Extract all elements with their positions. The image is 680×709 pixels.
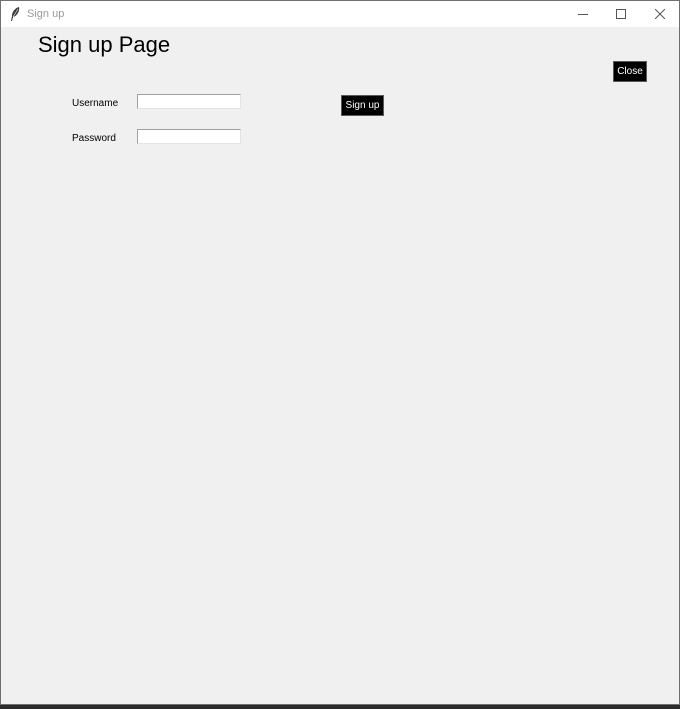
- username-input[interactable]: [137, 94, 241, 109]
- signup-button[interactable]: Sign up: [341, 95, 384, 116]
- password-input[interactable]: [137, 129, 241, 144]
- close-button[interactable]: Close: [613, 61, 647, 82]
- maximize-icon: [616, 9, 626, 19]
- page-title: Sign up Page: [38, 32, 171, 57]
- minimize-button[interactable]: [564, 1, 602, 27]
- minimize-icon: [578, 9, 588, 19]
- window-title: Sign up: [27, 8, 65, 20]
- username-label: Username: [72, 98, 119, 109]
- close-icon: [655, 9, 665, 19]
- window-close-button[interactable]: [641, 1, 679, 27]
- feather-icon: [9, 6, 21, 22]
- password-label: Password: [72, 133, 116, 144]
- signup-window: Sign up Sign up Page Username Password S…: [0, 0, 680, 705]
- maximize-button[interactable]: [602, 1, 640, 27]
- window-bottom-edge: [0, 705, 680, 709]
- title-bar[interactable]: Sign up: [1, 1, 679, 27]
- window-content: Sign up Page Username Password Sign up C…: [1, 27, 679, 704]
